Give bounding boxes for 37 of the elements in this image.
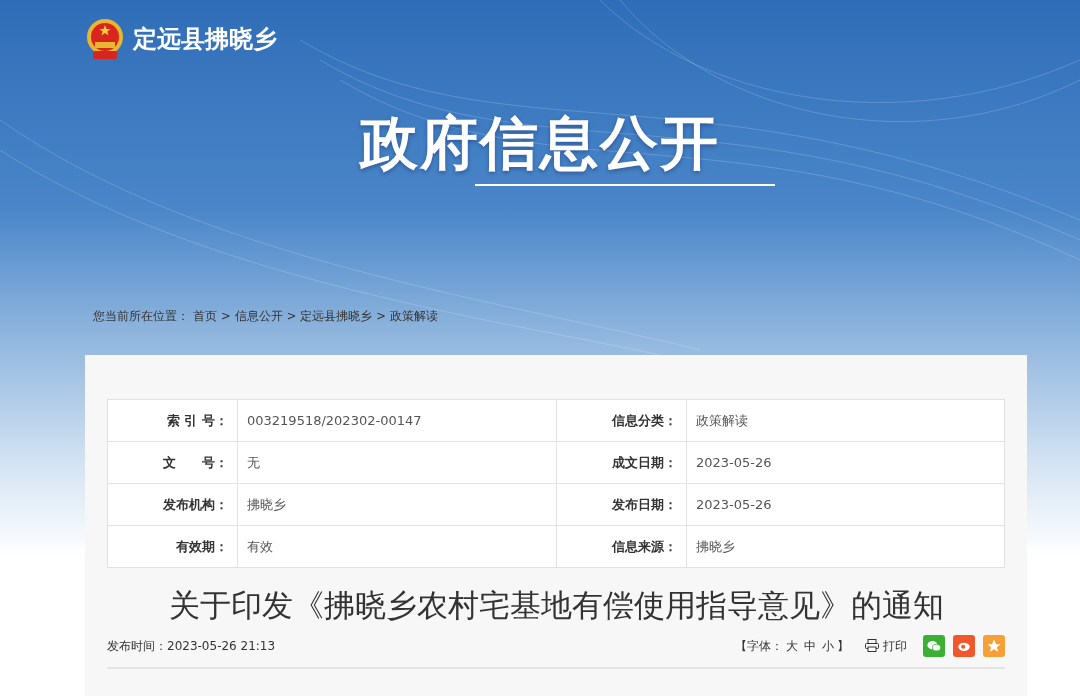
font-size-link[interactable]: 中 xyxy=(804,636,816,655)
font-size-link[interactable]: 小 xyxy=(822,636,834,655)
emblem-icon xyxy=(85,18,125,60)
font-size-label: 【字体： xyxy=(735,637,783,655)
field-label: 信息分类： xyxy=(556,399,687,442)
font-size-bracket: 】 xyxy=(837,637,849,655)
field-label: 索 引 号： xyxy=(107,399,238,442)
field-label: 发布机构： xyxy=(107,483,238,526)
field-value: 无 xyxy=(237,441,557,484)
field-value: 003219518/202302-00147 xyxy=(237,399,557,442)
font-size-link[interactable]: 大 xyxy=(786,636,798,655)
breadcrumb-separator: > xyxy=(376,307,386,325)
field-label: 信息来源： xyxy=(556,525,687,568)
field-value: 政策解读 xyxy=(686,399,1005,442)
field-value: 2023-05-26 xyxy=(686,441,1005,484)
print-button[interactable]: 打印 xyxy=(865,636,907,655)
article-title: 关于印发《拂晓乡农村宅基地有偿使用指导意见》的通知 xyxy=(167,586,945,625)
breadcrumb-link[interactable]: 首页 xyxy=(193,307,217,326)
site-name: 定远县拂晓乡 xyxy=(133,24,277,55)
breadcrumb-link[interactable]: 政策解读 xyxy=(389,307,438,326)
field-label: 文 号： xyxy=(107,441,238,484)
field-label: 有效期： xyxy=(107,525,238,568)
share-button[interactable] xyxy=(983,634,1005,657)
field-value: 有效 xyxy=(237,525,557,568)
breadcrumb-label: 您当前所在位置： xyxy=(93,307,189,325)
field-label: 发布日期： xyxy=(556,483,687,526)
field-value: 2023-05-26 xyxy=(686,483,1005,526)
field-value: 拂晓乡 xyxy=(686,525,1005,568)
breadcrumb-link[interactable]: 定远县拂晓乡 xyxy=(300,307,373,326)
field-label: 成文日期： xyxy=(556,441,687,484)
banner-title: 政府信息公开 xyxy=(358,112,721,176)
publish-time: 发布时间：2023-05-26 21:13 xyxy=(107,637,276,655)
breadcrumb-separator: > xyxy=(286,307,297,325)
field-value: 拂晓乡 xyxy=(237,483,557,526)
printer-icon xyxy=(865,639,879,652)
breadcrumb-link[interactable]: 信息公开 xyxy=(234,307,283,326)
breadcrumb-separator: > xyxy=(221,307,231,325)
